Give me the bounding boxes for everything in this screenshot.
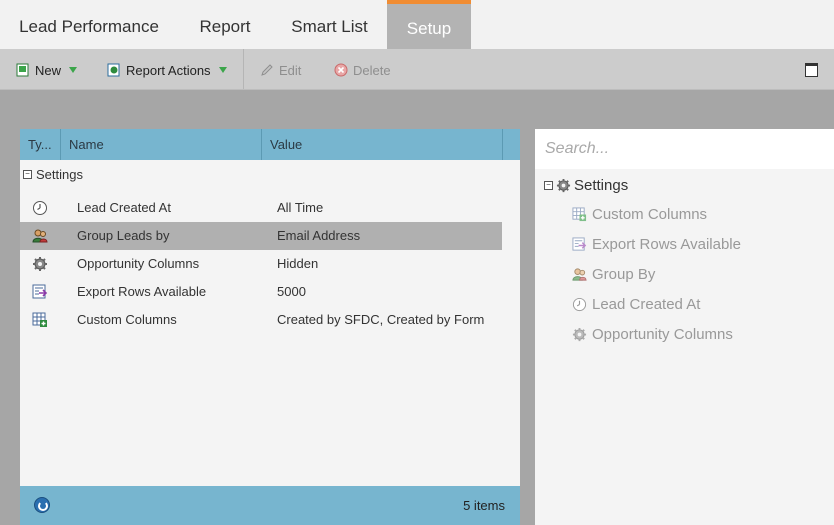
settings-tree: − Settings Custom Columns Export Rows Av… [535,169,834,525]
clock-icon [33,201,47,215]
tab-bar: Lead Performance Report Smart List Setup [0,0,834,49]
tree-item-label: Opportunity Columns [592,326,733,343]
report-actions-icon [107,63,120,77]
add-columns-icon [32,312,47,327]
table-row[interactable]: Export Rows Available 5000 [20,278,502,306]
item-count: 5 items [463,498,505,513]
tab-setup[interactable]: Setup [387,0,471,49]
row-name: Export Rows Available [77,284,207,299]
refresh-icon[interactable] [34,497,50,513]
tab-report[interactable]: Report [178,0,272,49]
row-value: Created by SFDC, Created by Form [277,312,485,327]
tree-item-group-by[interactable]: Group By [572,266,655,283]
tree-item-lead-created-at[interactable]: Lead Created At [572,296,700,313]
users-icon [32,229,48,243]
tree-item-label: Export Rows Available [592,236,741,253]
row-name: Custom Columns [77,312,177,327]
collapse-icon[interactable]: − [23,169,32,179]
column-divider[interactable] [502,129,503,160]
row-name: Lead Created At [77,200,171,215]
gear-icon [33,257,47,271]
new-button[interactable]: New [16,60,78,80]
add-columns-icon [572,207,587,222]
search-input[interactable] [535,129,834,169]
tab-smart-list[interactable]: Smart List [272,0,387,49]
edit-button[interactable]: Edit [260,60,301,80]
delete-icon [334,63,348,77]
tree-item-export-rows-available[interactable]: Export Rows Available [572,236,741,253]
users-icon [572,268,587,281]
tree-item-opportunity-columns[interactable]: Opportunity Columns [572,326,733,343]
tree-item-label: Custom Columns [592,206,708,223]
group-settings[interactable]: − Settings [20,164,83,184]
column-header-type[interactable]: Ty... [20,129,60,160]
tab-lead-performance[interactable]: Lead Performance [0,0,178,49]
clock-icon [572,297,587,312]
dropdown-arrow-icon [218,67,227,73]
group-label: Settings [36,166,83,182]
delete-button[interactable]: Delete [334,60,391,80]
settings-grid: Ty... Name Value − Settings Lead Created… [20,129,520,525]
edit-button-label: Edit [279,62,302,78]
tree-item-custom-columns[interactable]: Custom Columns [572,206,707,223]
grid-header: Ty... Name Value [20,129,520,160]
dropdown-arrow-icon [69,67,78,73]
table-row[interactable]: Group Leads by Email Address [20,222,502,250]
row-name: Opportunity Columns [77,256,200,271]
tree-root-settings[interactable]: − Settings [544,177,628,194]
collapse-icon[interactable]: − [544,181,553,190]
table-row[interactable]: Lead Created At All Time [20,194,502,222]
row-value: 5000 [277,284,306,299]
tree-item-label: Lead Created At [592,296,701,313]
gear-icon [572,327,587,342]
gear-icon [556,178,571,193]
tree-item-label: Group By [592,266,656,283]
table-row[interactable]: Opportunity Columns Hidden [20,250,502,278]
table-row[interactable]: Custom Columns Created by SFDC, Created … [20,306,502,334]
toolbar-divider [243,49,244,89]
pencil-icon [261,64,273,76]
report-actions-button[interactable]: Report Actions [107,60,227,80]
row-name: Group Leads by [77,228,170,243]
row-value: Email Address [277,228,361,243]
export-icon [32,284,48,299]
new-document-icon [16,63,29,77]
report-actions-label: Report Actions [126,62,211,78]
maximize-icon[interactable] [805,63,818,77]
toolbar: New Report Actions Edit Delete [0,49,834,90]
row-value: All Time [277,200,324,215]
new-button-label: New [35,62,62,78]
row-value: Hidden [277,256,319,271]
export-icon [572,237,587,251]
column-header-name[interactable]: Name [61,129,261,160]
tree-root-label: Settings [574,177,629,194]
grid-footer: 5 items [20,486,520,525]
column-header-value[interactable]: Value [262,129,502,160]
delete-button-label: Delete [353,62,391,78]
